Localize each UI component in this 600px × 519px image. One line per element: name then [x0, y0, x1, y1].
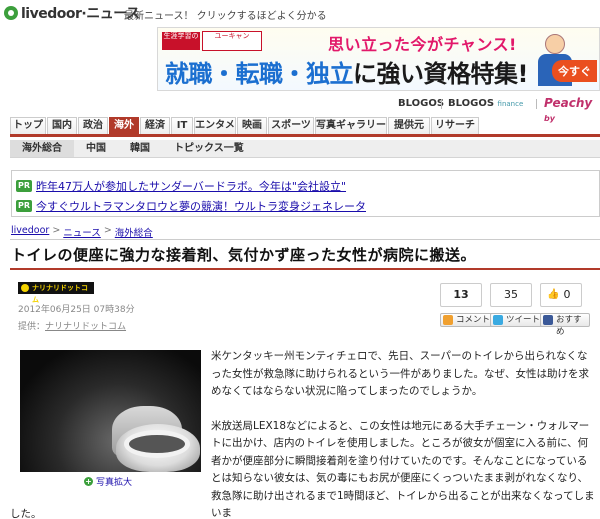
blogos-link[interactable]: BLOGOS	[398, 98, 444, 109]
nav-item[interactable]: トップ	[10, 117, 46, 134]
nav-item[interactable]: 政治	[78, 117, 108, 134]
banner-subheadline: 就職・転職・独立に強い資格特集!	[165, 54, 528, 89]
thumbs-up-icon: 👍	[547, 289, 560, 300]
header-tagline: 最新ニュース！ クリックするほどよく分かる	[124, 11, 327, 22]
divider	[441, 99, 442, 109]
title-underline	[10, 268, 600, 270]
breadcrumb-arrow: >	[103, 225, 112, 236]
pr-box: PR 昨年47万人が参加したサンダーバードラボ。今年は"会社設立" PR 今すぐ…	[11, 170, 600, 217]
nav-item[interactable]: 国内	[47, 117, 77, 134]
nav-item[interactable]: 提供元	[388, 117, 430, 134]
subnav-item[interactable]: 韓国	[118, 140, 162, 157]
article-paragraph: 米ケンタッキー州モンティチェロで、先日、スーパーのトイレから出られなくなった女性…	[211, 350, 589, 397]
toilet-seat-shape	[124, 430, 190, 458]
article-paragraph: 米放送局LEX18などによると、この女性は地元にある大手チェーン・ウォルマートに…	[211, 419, 595, 519]
main-navigation: トップ 国内 政治 海外 経済 IT エンタメ 映画 スポーツ 写真ギャラリー 提供元 リサーチ	[10, 117, 600, 137]
ad-banner[interactable]: 生涯学習の ユーキャン 思い立った今がチャンス! 就職・転職・独立に強い資格特集…	[157, 27, 600, 91]
zoom-icon: +	[84, 477, 93, 486]
pr-row: PR 昨年47万人が参加したサンダーバードラボ。今年は"会社設立"	[16, 177, 346, 195]
banner-subheadline-highlight: 就職・転職・独立	[165, 60, 354, 88]
article-date: 2012年06月25日 07時38分	[18, 305, 135, 315]
banner-brand: ユーキャン	[202, 31, 262, 51]
nav-item[interactable]: IT	[171, 117, 193, 134]
article-paragraph-tail: した。	[10, 508, 42, 519]
article-body: 米ケンタッキー州モンティチェロで、先日、スーパーのトイレから出られなくなった女性…	[211, 348, 597, 519]
article-provider: 提供：ナリナリドットコム	[18, 319, 126, 332]
breadcrumb-arrow: >	[52, 225, 61, 236]
nav-item[interactable]: スポーツ	[268, 117, 314, 134]
tweet-button[interactable]: ツイート	[490, 313, 545, 327]
provider-link[interactable]: ナリナリドットコム	[45, 322, 126, 332]
sub-navigation: 海外総合 中国 韓国 トピックス一覧	[10, 140, 600, 158]
nav-item[interactable]: 映画	[237, 117, 267, 134]
blogos-finance-small: finance	[497, 100, 524, 108]
banner-badge: 生涯学習の	[162, 32, 200, 50]
nav-item[interactable]: 経済	[140, 117, 170, 134]
breadcrumb: livedoor > ニュース > 海外総合	[11, 225, 153, 239]
nav-item[interactable]: リサーチ	[431, 117, 479, 134]
breadcrumb-section[interactable]: 海外総合	[115, 225, 153, 239]
comment-icon	[443, 315, 453, 325]
site-logo[interactable]: livedoor·ニュース	[4, 3, 140, 23]
peachy-label: Peachy	[544, 96, 593, 110]
pr-link[interactable]: 今すぐウルトラマンタロウと夢の競演！ウルトラ変身ジェネレータ	[36, 198, 366, 214]
article-title: トイレの便座に強力な接着剤、気付かず座った女性が病院に搬送。	[11, 246, 477, 264]
recommend-button[interactable]: おすすめ	[540, 313, 590, 337]
divider	[10, 239, 600, 240]
brand-links: BLOGOS BLOGOS finance Peachy by	[0, 94, 600, 123]
pr-tag: PR	[16, 200, 32, 212]
breadcrumb-news[interactable]: ニュース	[63, 225, 101, 239]
like-count: 👍 0	[540, 283, 582, 307]
article-photo[interactable]	[20, 350, 201, 472]
comment-button-label: コメント	[456, 315, 491, 325]
banner-cta-button[interactable]: 今すぐ	[552, 60, 597, 82]
twitter-icon	[493, 315, 503, 325]
blogos-finance-label: BLOGOS	[448, 98, 495, 109]
recommend-button-label: おすすめ	[556, 315, 582, 337]
banner-headline: 思い立った今がチャンス!	[328, 35, 517, 54]
nav-item[interactable]: 写真ギャラリー	[315, 117, 387, 134]
tweet-count: 35	[490, 283, 532, 307]
comment-button[interactable]: コメント	[440, 313, 495, 327]
divider	[536, 99, 537, 109]
source-logo[interactable]: ナリナリドットコム	[18, 282, 94, 304]
pr-link[interactable]: 昨年47万人が参加したサンダーバードラボ。今年は"会社設立"	[36, 178, 346, 194]
breadcrumb-home[interactable]: livedoor	[11, 225, 49, 239]
like-count-value: 0	[563, 288, 571, 301]
logo-text: livedoor·ニュース	[21, 6, 140, 22]
pr-tag: PR	[16, 180, 32, 192]
facebook-icon	[543, 315, 553, 325]
photo-zoom-link[interactable]: + 写真拡大	[84, 475, 132, 488]
site-header: livedoor·ニュース 最新ニュース！ クリックするほどよく分かる	[0, 0, 600, 26]
blogos-finance-link[interactable]: BLOGOS finance	[448, 98, 523, 109]
tweet-button-label: ツイート	[506, 315, 541, 325]
comment-count: 13	[440, 283, 482, 307]
subnav-item[interactable]: 中国	[74, 140, 118, 157]
nav-item[interactable]: エンタメ	[194, 117, 236, 134]
photo-caption-label: 写真拡大	[96, 478, 133, 488]
pr-row: PR 今すぐウルトラマンタロウと夢の競演！ウルトラ変身ジェネレータ	[16, 197, 366, 215]
livedoor-logo-icon	[4, 6, 18, 20]
nav-item[interactable]: 海外	[109, 117, 139, 134]
subnav-item[interactable]: 海外総合	[10, 140, 74, 157]
provider-label: 提供：	[18, 322, 46, 332]
subnav-item[interactable]: トピックス一覧	[162, 140, 256, 157]
banner-subheadline-rest: に強い資格特集!	[353, 60, 528, 88]
